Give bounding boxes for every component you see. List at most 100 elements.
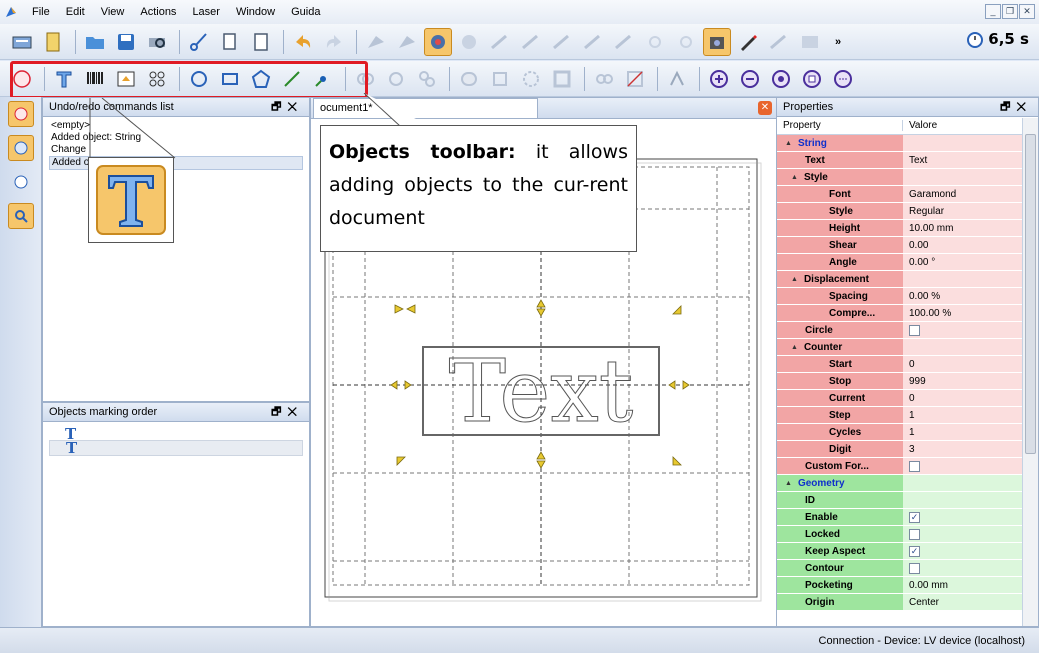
property-row[interactable]: Origin Center bbox=[777, 594, 1024, 611]
property-value[interactable]: Text bbox=[903, 152, 1024, 168]
laser-active-button[interactable] bbox=[424, 27, 452, 56]
open-button[interactable] bbox=[81, 28, 109, 56]
property-row[interactable]: ▲ Geometry bbox=[777, 475, 1024, 492]
property-row[interactable]: ▲ Counter bbox=[777, 339, 1024, 356]
property-row[interactable]: ▲ String bbox=[777, 135, 1024, 152]
laser-tool-5-button[interactable] bbox=[610, 28, 638, 56]
property-value[interactable] bbox=[903, 169, 1024, 185]
layers-panel-button[interactable] bbox=[8, 135, 34, 161]
library-panel-button[interactable] bbox=[8, 169, 34, 195]
laser-tool-4-button[interactable] bbox=[579, 28, 607, 56]
property-value[interactable] bbox=[903, 475, 1024, 491]
laser-tool-6-button[interactable] bbox=[765, 28, 793, 56]
close-icon[interactable]: ✕ bbox=[1019, 4, 1035, 19]
property-row[interactable]: Digit 3 bbox=[777, 441, 1024, 458]
property-row[interactable]: Step 1 bbox=[777, 407, 1024, 424]
checkbox-unchecked[interactable] bbox=[909, 460, 920, 472]
property-value[interactable]: 100.00 % bbox=[903, 305, 1024, 321]
property-value[interactable] bbox=[903, 322, 1024, 338]
expander-icon[interactable]: ▲ bbox=[785, 480, 792, 487]
axes-button[interactable] bbox=[455, 28, 483, 56]
frame-button[interactable] bbox=[548, 65, 576, 93]
property-row[interactable]: Circle bbox=[777, 322, 1024, 339]
property-value[interactable]: 0 bbox=[903, 356, 1024, 372]
property-row[interactable]: Start 0 bbox=[777, 356, 1024, 373]
menu-actions[interactable]: Actions bbox=[132, 6, 184, 18]
property-row[interactable]: Text Text bbox=[777, 152, 1024, 169]
combine-button[interactable] bbox=[382, 65, 410, 93]
restore-icon[interactable]: ❐ bbox=[1002, 4, 1018, 19]
expander-icon[interactable]: ▲ bbox=[791, 344, 798, 351]
panel-float-close-icon[interactable]: 🗗✕ bbox=[271, 403, 303, 422]
toolbar-overflow[interactable]: » bbox=[835, 36, 841, 48]
property-value[interactable]: 3 bbox=[903, 441, 1024, 457]
redo-button[interactable] bbox=[320, 28, 348, 56]
checkbox-unchecked[interactable] bbox=[909, 528, 920, 540]
expander-icon[interactable]: ▲ bbox=[785, 140, 792, 147]
property-value[interactable]: 0.00 mm bbox=[903, 577, 1024, 593]
close-document-icon[interactable]: ✕ bbox=[758, 101, 772, 115]
checkbox-unchecked[interactable] bbox=[909, 562, 920, 574]
property-row[interactable]: Enable ✓ bbox=[777, 509, 1024, 526]
camera-button[interactable] bbox=[703, 27, 731, 56]
laser-red-pointer-button[interactable] bbox=[362, 28, 390, 56]
property-row[interactable]: Cycles 1 bbox=[777, 424, 1024, 441]
union-button[interactable] bbox=[455, 65, 483, 93]
property-row[interactable]: Style Regular bbox=[777, 203, 1024, 220]
property-value[interactable]: 0.00 bbox=[903, 237, 1024, 253]
property-row[interactable]: Locked bbox=[777, 526, 1024, 543]
property-row[interactable]: Angle 0.00 ° bbox=[777, 254, 1024, 271]
property-value[interactable] bbox=[903, 458, 1024, 474]
property-value[interactable]: 0.00 % bbox=[903, 288, 1024, 304]
break-apart-button[interactable] bbox=[413, 65, 441, 93]
checkbox-unchecked[interactable] bbox=[909, 324, 920, 336]
property-value[interactable]: ✓ bbox=[903, 543, 1024, 559]
property-row[interactable]: Height 10.00 mm bbox=[777, 220, 1024, 237]
intersect-button[interactable] bbox=[486, 65, 514, 93]
search-panel-button[interactable] bbox=[8, 203, 34, 229]
properties-scrollbar[interactable] bbox=[1022, 118, 1038, 626]
property-value[interactable] bbox=[903, 135, 1024, 151]
laser-mark-button[interactable] bbox=[393, 28, 421, 56]
property-row[interactable]: Font Garamond bbox=[777, 186, 1024, 203]
menu-file[interactable]: File bbox=[24, 6, 58, 18]
menu-edit[interactable]: Edit bbox=[58, 6, 93, 18]
rotate-right-button[interactable] bbox=[672, 28, 700, 56]
laser-tool-3-button[interactable] bbox=[548, 28, 576, 56]
zoom-out-button[interactable] bbox=[736, 65, 764, 93]
property-row[interactable]: Spacing 0.00 % bbox=[777, 288, 1024, 305]
property-value[interactable] bbox=[903, 560, 1024, 576]
property-row[interactable]: ID bbox=[777, 492, 1024, 509]
laser-tool-2-button[interactable] bbox=[517, 28, 545, 56]
nodes-button[interactable] bbox=[590, 65, 618, 93]
panel-float-close-icon[interactable]: 🗗✕ bbox=[271, 98, 303, 117]
menu-laser[interactable]: Laser bbox=[184, 6, 228, 18]
expander-icon[interactable]: ▲ bbox=[791, 174, 798, 181]
panel-float-close-icon[interactable]: 🗗✕ bbox=[1000, 98, 1032, 117]
laser-tool-1-button[interactable] bbox=[486, 28, 514, 56]
undo-button[interactable] bbox=[289, 28, 317, 56]
property-value[interactable] bbox=[903, 339, 1024, 355]
text-object-icon[interactable]: T bbox=[49, 427, 303, 442]
expander-icon[interactable]: ▲ bbox=[791, 276, 798, 283]
checkbox-checked[interactable]: ✓ bbox=[909, 511, 920, 523]
scrollbar-thumb[interactable] bbox=[1025, 134, 1036, 454]
objects-panel-button[interactable] bbox=[8, 101, 34, 127]
save-button[interactable] bbox=[112, 28, 140, 56]
property-value[interactable]: 0 bbox=[903, 390, 1024, 406]
paste-button[interactable] bbox=[247, 28, 275, 56]
exclude-button[interactable] bbox=[517, 65, 545, 93]
rotate-left-button[interactable] bbox=[641, 28, 669, 56]
property-row[interactable]: Pocketing 0.00 mm bbox=[777, 577, 1024, 594]
property-value[interactable] bbox=[903, 271, 1024, 287]
zoom-page-button[interactable] bbox=[798, 65, 826, 93]
pen-button[interactable] bbox=[734, 28, 762, 56]
property-row[interactable]: Current 0 bbox=[777, 390, 1024, 407]
text-object-icon[interactable]: T bbox=[49, 440, 303, 456]
property-value[interactable]: 1 bbox=[903, 407, 1024, 423]
property-row[interactable]: Shear 0.00 bbox=[777, 237, 1024, 254]
property-row[interactable]: ▲ Displacement bbox=[777, 271, 1024, 288]
property-value[interactable]: Center bbox=[903, 594, 1024, 610]
grid-button[interactable] bbox=[796, 28, 824, 56]
property-row[interactable]: Keep Aspect ✓ bbox=[777, 543, 1024, 560]
